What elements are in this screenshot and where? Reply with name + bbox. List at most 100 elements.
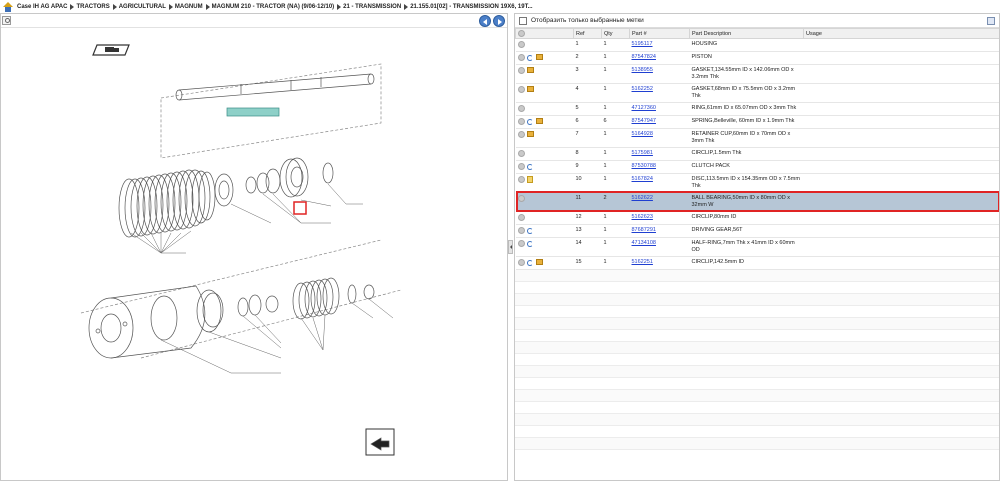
part-number-link[interactable]: 87530788 [632,163,656,169]
part-number-link[interactable]: 87687291 [632,227,656,233]
part-number-link[interactable]: 5162623 [632,214,653,220]
header-ref[interactable]: Ref [573,28,602,39]
truck-icon[interactable] [92,44,130,56]
info-icon[interactable] [517,239,525,247]
breadcrumb-item[interactable]: 21.155.01[02] - TRANSMISSION 19X6, 19T..… [404,3,533,10]
cell-part[interactable]: 5162251 [629,256,690,270]
package-icon[interactable] [526,67,534,74]
cell-part[interactable]: 5138955 [629,64,690,84]
info-icon[interactable] [517,53,525,61]
highlighted-part-label[interactable] [226,107,280,117]
cell-part[interactable]: 5195117 [629,38,690,52]
package-icon[interactable] [535,259,543,266]
part-number-link[interactable]: 5162251 [632,259,653,265]
replace-arrow-icon[interactable] [526,163,534,170]
package-icon[interactable] [526,86,534,93]
breadcrumb-item[interactable]: MAGNUM [168,3,203,10]
exploded-parts-diagram[interactable] [1,28,507,480]
cell-part[interactable]: 5167824 [629,173,690,193]
cell-part[interactable]: 5162622 [629,192,690,212]
info-icon[interactable] [518,30,525,37]
info-icon[interactable] [517,104,525,112]
table-row[interactable]: 13 1 87687291 DRIVING GEAR,56T [515,224,999,238]
cell-qty: 1 [601,224,630,238]
next-page-icon[interactable] [365,428,395,456]
cell-part[interactable]: 47127360 [629,102,690,116]
table-row[interactable]: 9 1 87530788 CLUTCH PACK [515,160,999,174]
table-row[interactable]: 3 1 5138955 GASKET,134.55mm ID x 142.06mm O… [515,64,999,84]
cell-ref: 11 [573,192,602,212]
arrow-left-icon[interactable] [479,15,491,27]
cell-part[interactable]: 87530788 [629,160,690,174]
cell-part[interactable]: 47134108 [629,237,690,257]
grid-view-icon[interactable] [987,17,995,25]
breadcrumb-item[interactable]: Case IH AG APAC [17,4,67,10]
table-row[interactable]: 6 6 87547947 SPRING,Belleville, 60mm ID x 1… [515,115,999,129]
cell-part[interactable]: 87547947 [629,115,690,129]
info-icon[interactable] [517,175,525,183]
zoom-icon[interactable] [2,16,11,25]
table-row[interactable]: 8 1 5175981 CIRCLIP,1.5mm Thk [515,147,999,161]
table-row[interactable]: 14 1 47134108 HALF-RING,7mm Thk x 41mm ID x… [515,237,999,257]
table-row[interactable]: 15 1 5162251 CIRCLIP,142.5mm ID [515,256,999,270]
table-row[interactable]: 11 2 5162622 BALL BEARING,50mm ID x 80mm OD… [515,192,999,212]
part-number-link[interactable]: 87547947 [632,118,656,124]
info-icon[interactable] [517,149,525,157]
breadcrumb-item[interactable]: AGRICULTURAL [112,3,166,10]
cell-part[interactable]: 5164928 [629,128,690,148]
header-desc[interactable]: Part Description [689,28,804,39]
part-number-link[interactable]: 5195117 [632,41,653,47]
hotspot-highlight[interactable] [293,201,307,215]
cell-part[interactable]: 87687291 [629,224,690,238]
package-icon[interactable] [535,54,543,61]
header-part[interactable]: Part # [629,28,690,39]
breadcrumb-item[interactable]: TRACTORS [70,3,110,10]
table-row[interactable]: 5 1 47127360 RING,61mm ID x 65.07mm OD x 3m… [515,102,999,116]
panel-splitter[interactable] [508,240,513,254]
breadcrumb-item[interactable]: MAGNUM 210 - TRACTOR (NA) (9/06-12/10) [205,3,334,10]
table-row[interactable]: 2 1 87547824 PISTON [515,51,999,65]
info-icon[interactable] [517,66,525,74]
info-icon[interactable] [517,85,525,93]
part-number-link[interactable]: 47134108 [632,240,656,246]
info-icon[interactable] [517,213,525,221]
table-row[interactable]: 10 1 5167824 DISC,113.5mm ID x 154.35mm OD … [515,173,999,193]
part-number-link[interactable]: 47127360 [632,105,656,111]
cell-part[interactable]: 5162623 [629,211,690,225]
table-row[interactable]: 12 1 5162623 CIRCLIP,80mm ID [515,211,999,225]
info-icon[interactable] [517,117,525,125]
replace-arrow-icon[interactable] [526,227,534,234]
part-number-link[interactable]: 5175981 [632,150,653,156]
cell-part[interactable]: 5162252 [629,83,690,103]
replace-arrow-icon[interactable] [526,54,534,61]
info-icon[interactable] [517,162,525,170]
info-icon[interactable] [517,194,525,202]
info-icon[interactable] [517,41,525,48]
header-qty[interactable]: Qty [601,28,630,39]
info-icon[interactable] [517,258,525,266]
package-icon[interactable] [535,118,543,125]
replace-arrow-icon[interactable] [526,118,534,125]
info-icon[interactable] [517,226,525,234]
part-number-link[interactable]: 5164928 [632,131,653,137]
part-number-link[interactable]: 5167824 [632,176,653,182]
table-row[interactable]: 1 1 5195117 HOUSING [515,38,999,52]
package-icon[interactable] [526,131,534,138]
part-number-link[interactable]: 87547824 [632,54,656,60]
cell-part[interactable]: 5175981 [629,147,690,161]
note-icon[interactable] [526,175,533,183]
table-row[interactable]: 4 1 5162252 GASKET,68mm ID x 75.5mm OD x 3.… [515,83,999,103]
breadcrumb-item[interactable]: 21 - TRANSMISSION [337,3,401,10]
header-usage[interactable]: Usage [803,28,999,39]
part-number-link[interactable]: 5138955 [632,67,653,73]
home-icon[interactable] [3,1,13,12]
table-row[interactable]: 7 1 5164928 RETAINER CUP,60mm ID x 70mm OD … [515,128,999,148]
info-icon[interactable] [517,130,525,138]
replace-arrow-icon[interactable] [526,240,534,247]
arrow-right-icon[interactable] [493,15,505,27]
replace-arrow-icon[interactable] [526,259,534,266]
show-selected-checkbox[interactable] [519,16,527,25]
cell-part[interactable]: 87547824 [629,51,690,65]
part-number-link[interactable]: 5162622 [632,195,653,201]
part-number-link[interactable]: 5162252 [632,86,653,92]
